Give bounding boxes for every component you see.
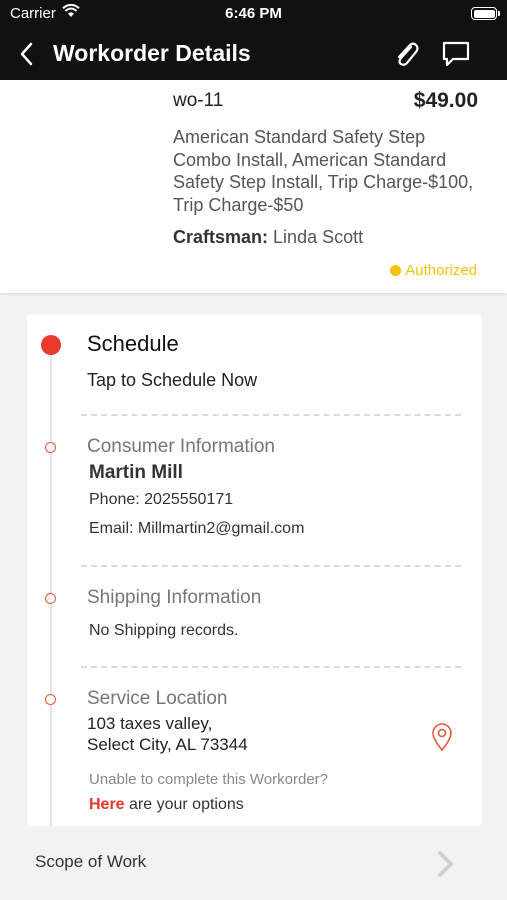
section-divider xyxy=(81,414,461,416)
shipping-info-heading: Shipping Information xyxy=(87,587,262,608)
consumer-email[interactable]: Email: Millmartin2@gmail.com xyxy=(89,520,304,538)
workorder-id: wo-11 xyxy=(173,90,224,111)
consumer-name: Martin Mill xyxy=(89,462,183,483)
consumer-phone[interactable]: Phone: 2025550171 xyxy=(89,491,233,509)
battery-icon xyxy=(471,7,500,20)
map-pin-icon[interactable] xyxy=(430,722,454,752)
chevron-right-icon xyxy=(438,851,453,877)
workorder-price: $49.00 xyxy=(413,89,478,112)
schedule-now-link[interactable]: Tap to Schedule Now xyxy=(87,370,257,391)
craftsman-line: Craftsman: Linda Scott xyxy=(173,227,363,248)
scope-of-work-row[interactable]: Scope of Work xyxy=(0,826,507,900)
craftsman-name: Linda Scott xyxy=(273,227,364,247)
consumer-step-dot-icon xyxy=(45,442,56,453)
back-chevron-icon[interactable] xyxy=(14,40,42,68)
schedule-step-dot-icon xyxy=(41,335,61,355)
chat-icon[interactable] xyxy=(440,38,472,70)
schedule-title: Schedule xyxy=(87,331,179,356)
here-options-link[interactable]: Here xyxy=(89,796,125,813)
consumer-info-heading: Consumer Information xyxy=(87,436,275,457)
status-bar: Carrier 6:46 PM xyxy=(0,0,507,28)
service-location-heading: Service Location xyxy=(87,688,228,709)
options-line: Here are your options xyxy=(89,796,244,814)
unable-to-complete-text: Unable to complete this Workorder? xyxy=(89,771,329,788)
section-divider xyxy=(81,565,461,567)
timeline-line xyxy=(50,344,52,826)
craftsman-label: Craftsman: xyxy=(173,227,269,247)
options-text: are your options xyxy=(124,796,244,813)
status-dot-icon xyxy=(390,265,402,276)
scope-of-work-label: Scope of Work xyxy=(35,852,147,871)
page-title: Workorder Details xyxy=(53,40,251,66)
section-divider xyxy=(81,666,461,668)
workorder-timeline-panel: Schedule Tap to Schedule Now Consumer In… xyxy=(27,314,482,826)
workorder-summary-card: wo-11 $49.00 American Standard Safety St… xyxy=(0,80,507,293)
clock-time: 6:46 PM xyxy=(225,5,282,22)
paperclip-icon[interactable] xyxy=(390,38,422,70)
service-location-step-dot-icon xyxy=(45,694,56,705)
service-address-line1: 103 taxes valley, xyxy=(87,714,213,733)
status-label: Authorized xyxy=(405,262,477,279)
shipping-step-dot-icon xyxy=(45,593,56,604)
status-badge: Authorized xyxy=(390,262,477,279)
service-address-line2: Select City, AL 73344 xyxy=(87,735,248,754)
nav-bar: Workorder Details xyxy=(0,28,507,80)
workorder-description: American Standard Safety Step Combo Inst… xyxy=(173,127,474,215)
shipping-empty-message: No Shipping records. xyxy=(89,622,239,639)
